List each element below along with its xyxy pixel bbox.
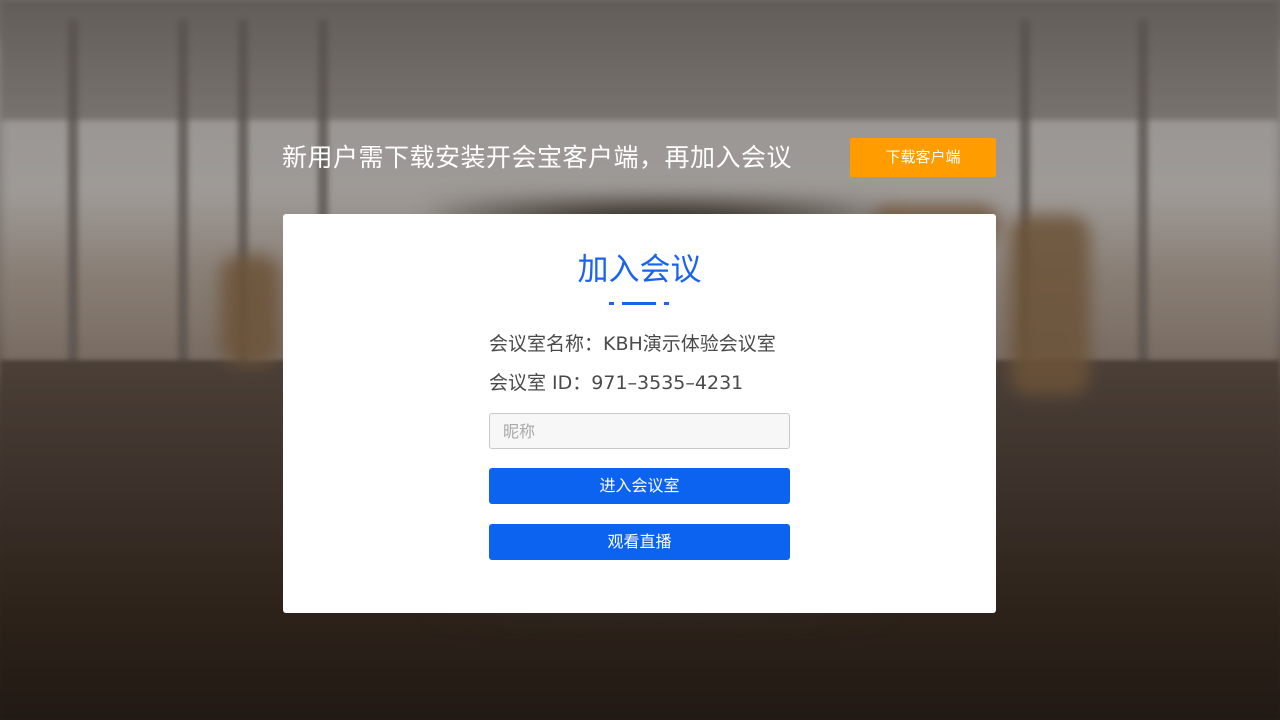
nickname-input[interactable] (489, 413, 790, 449)
title-divider-bar (622, 302, 656, 305)
room-name: 会议室名称：KBH演示体验会议室 (489, 333, 776, 355)
download-client-button[interactable]: 下载客户端 (850, 138, 996, 177)
join-meeting-card: 加入会议 会议室名称：KBH演示体验会议室 会议室 ID：971–3535–42… (283, 214, 996, 613)
title-divider-dot (609, 302, 614, 305)
watch-live-button[interactable]: 观看直播 (489, 524, 790, 560)
title-divider-dot (664, 302, 669, 305)
room-id: 会议室 ID：971–3535–4231 (489, 372, 744, 394)
download-notice: 新用户需下载安装开会宝客户端，再加入会议 (282, 143, 793, 172)
enter-room-button[interactable]: 进入会议室 (489, 468, 790, 504)
card-title: 加入会议 (577, 252, 702, 288)
